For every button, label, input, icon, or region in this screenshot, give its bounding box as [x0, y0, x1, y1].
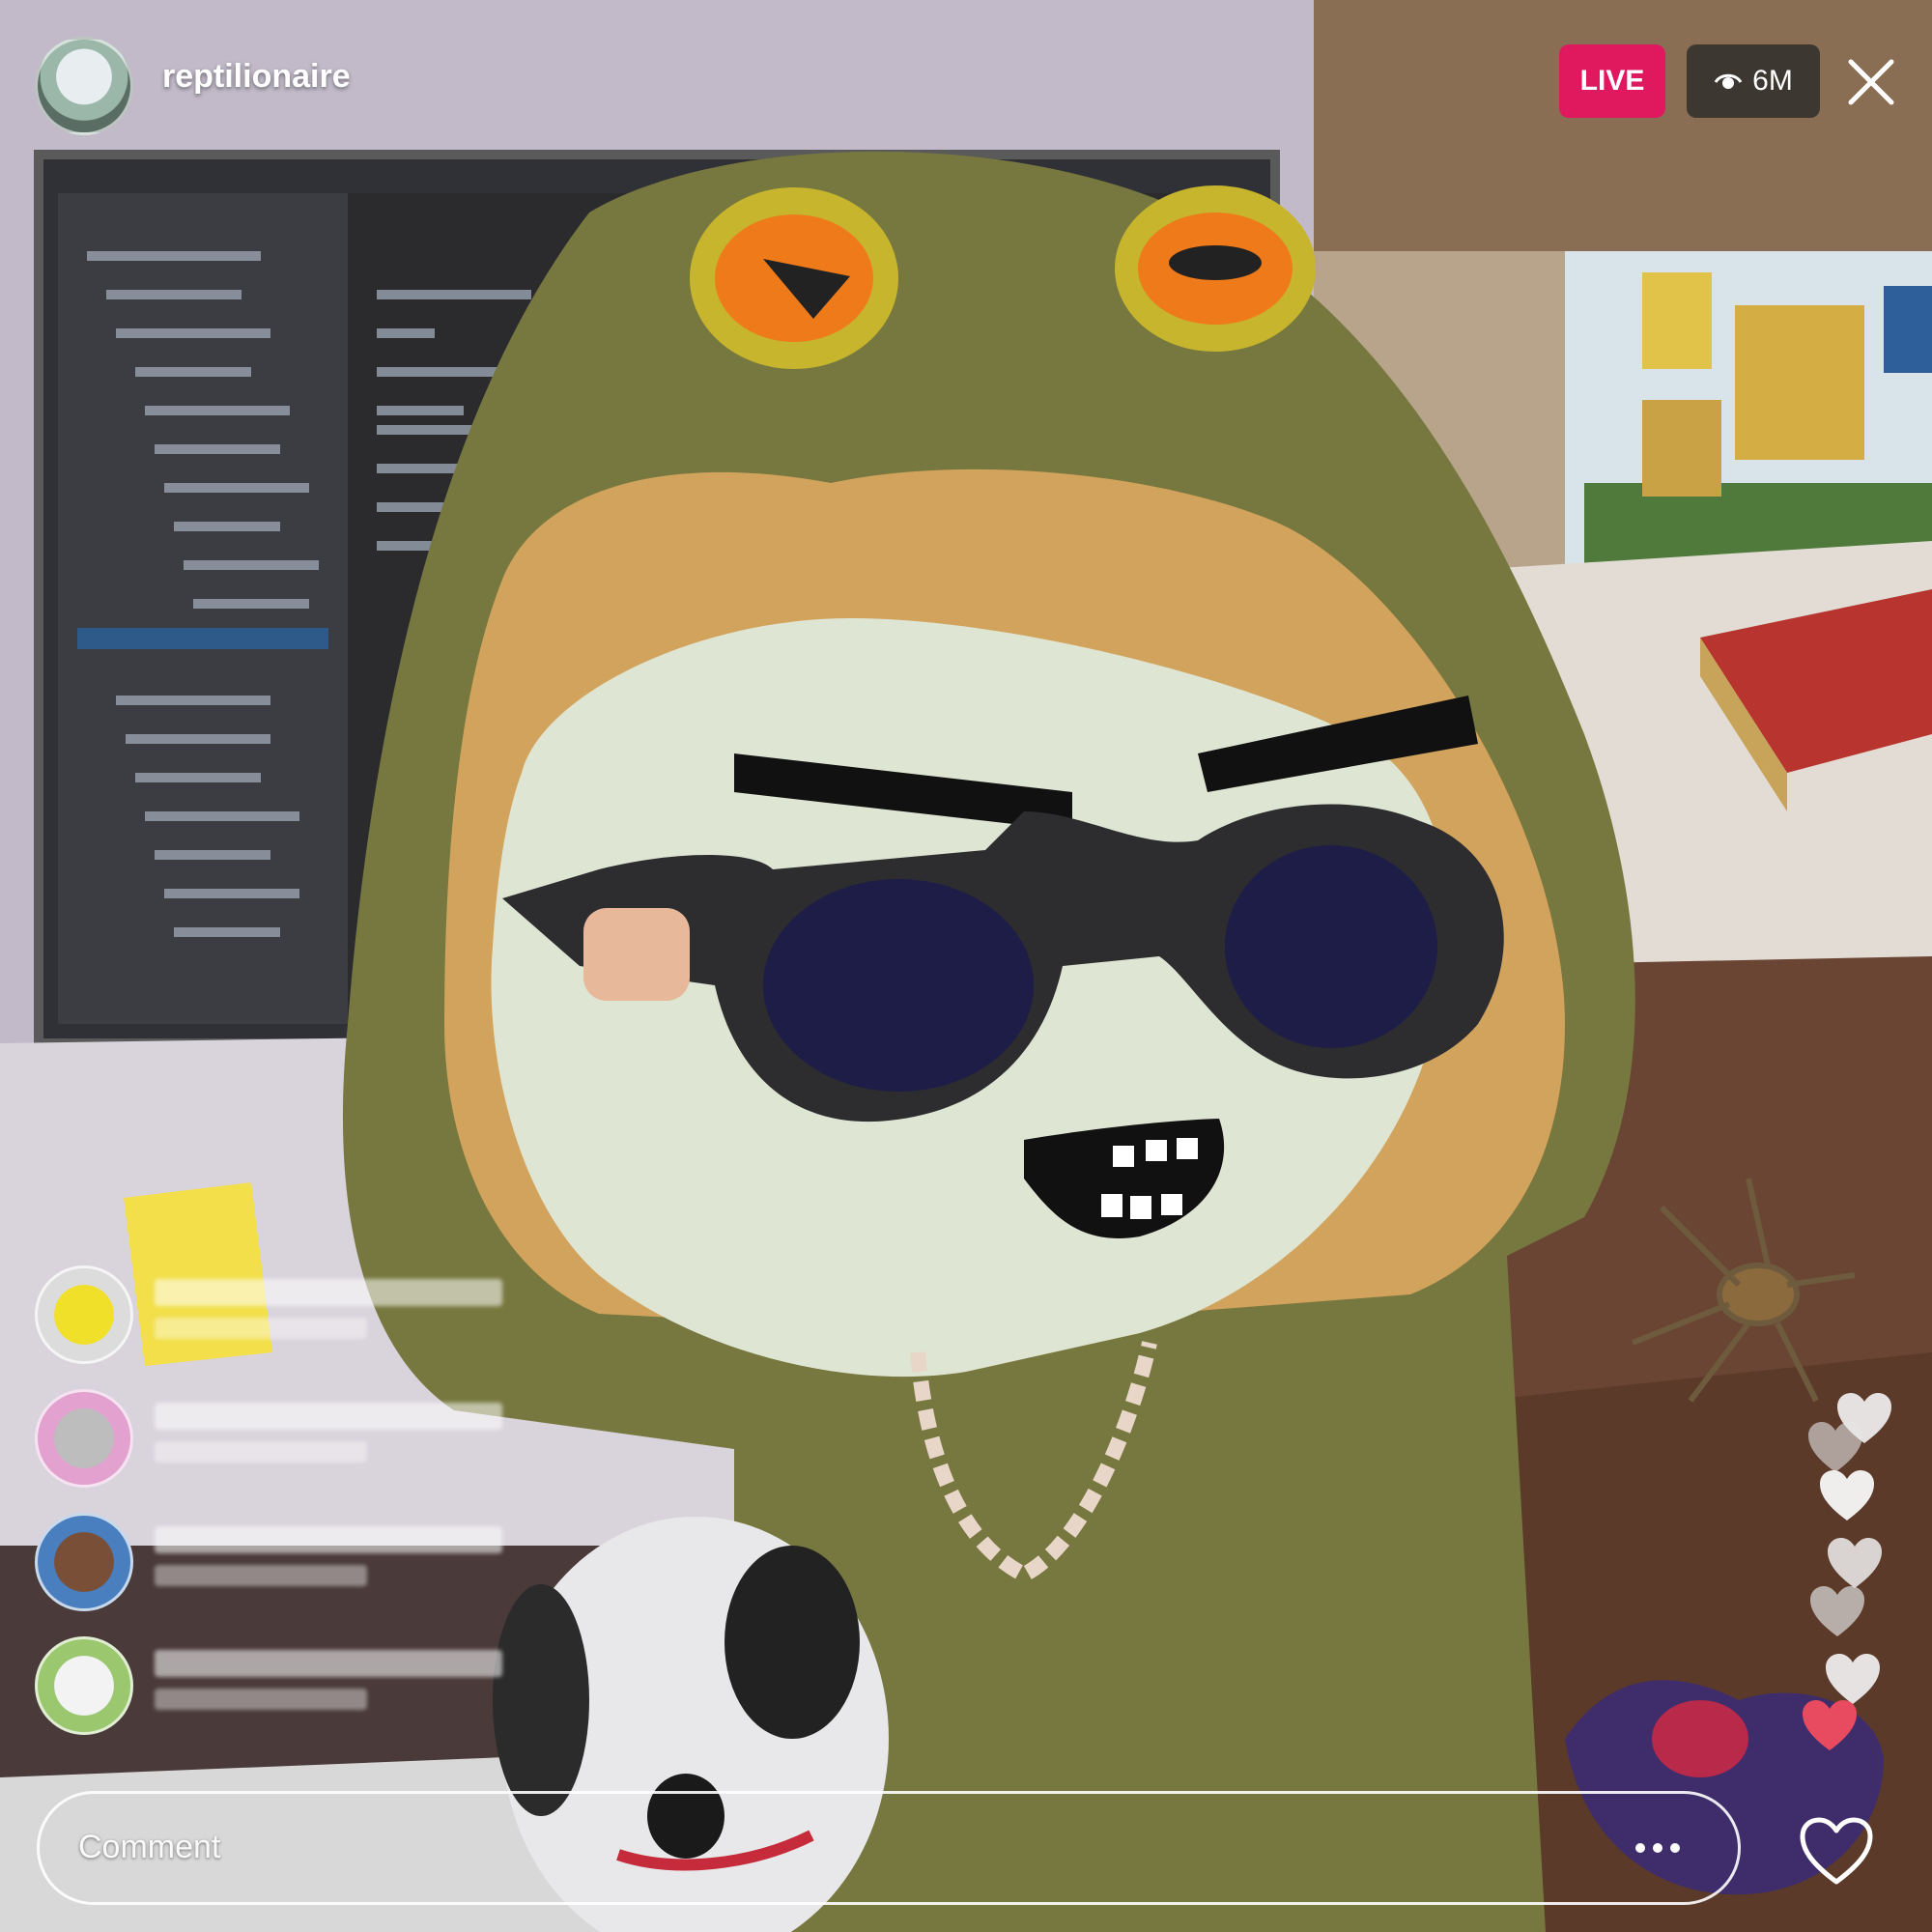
heart-icon — [1820, 1470, 1874, 1520]
heart-icon — [1828, 1538, 1882, 1588]
host-avatar[interactable] — [35, 37, 133, 135]
heart-icon — [1810, 1586, 1864, 1636]
viewer-count: 6M — [1752, 65, 1793, 97]
commenter-avatar[interactable] — [35, 1513, 133, 1611]
comment-username — [155, 1279, 502, 1306]
floating-hearts — [1797, 1391, 1903, 1758]
commenter-avatar[interactable] — [35, 1636, 133, 1735]
comment-username — [155, 1526, 502, 1553]
comment-username — [155, 1403, 502, 1430]
like-heart-button[interactable] — [1799, 1816, 1874, 1886]
comment-text — [155, 1689, 367, 1710]
live-header: reptilionaire LIVE 6M — [0, 0, 1932, 164]
comment-text — [155, 1441, 367, 1463]
comment-item — [35, 1265, 537, 1389]
commenter-avatar[interactable] — [35, 1265, 133, 1364]
heart-icon — [1803, 1700, 1857, 1750]
comment-username — [155, 1650, 502, 1677]
host-username[interactable]: reptilionaire — [162, 58, 351, 96]
live-badge: LIVE — [1559, 44, 1665, 118]
commenter-avatar[interactable] — [35, 1389, 133, 1488]
comment-item — [35, 1389, 537, 1513]
viewer-count-button[interactable]: 6M — [1687, 44, 1820, 118]
heart-icon — [1808, 1422, 1862, 1472]
live-comments-feed — [35, 1265, 537, 1760]
comment-input[interactable]: Comment — [37, 1791, 1741, 1905]
comment-text — [155, 1318, 367, 1339]
comment-placeholder: Comment — [78, 1829, 221, 1865]
more-options-icon[interactable] — [1624, 1829, 1691, 1867]
eye-icon — [1714, 73, 1743, 89]
comment-item — [35, 1636, 537, 1760]
close-icon[interactable] — [1845, 56, 1897, 108]
comment-item — [35, 1513, 537, 1636]
comment-text — [155, 1565, 367, 1586]
